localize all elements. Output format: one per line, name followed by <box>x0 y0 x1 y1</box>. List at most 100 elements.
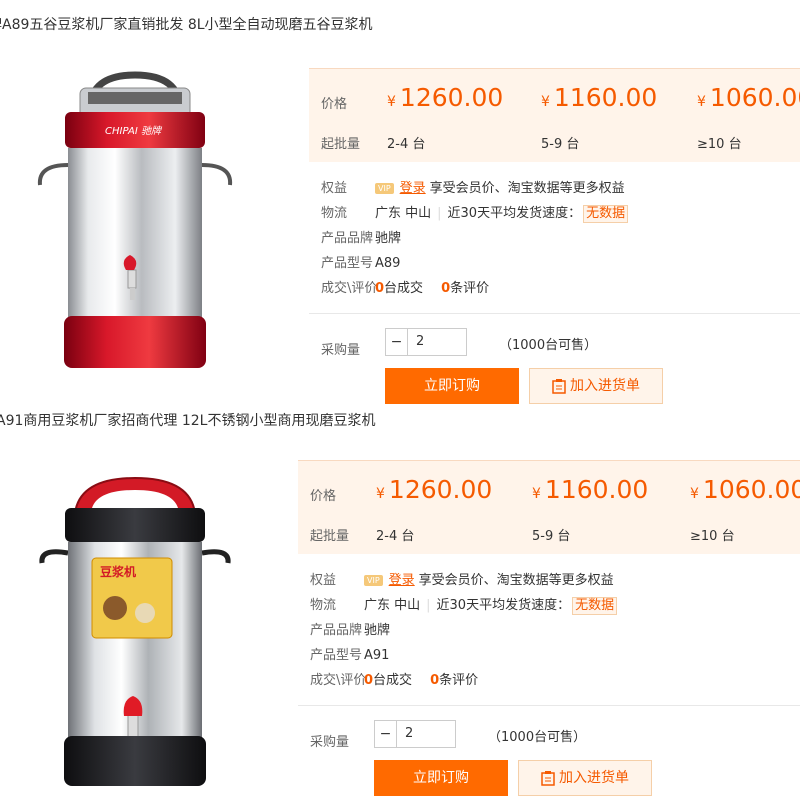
order-now-button[interactable]: 立即订购 <box>385 368 519 404</box>
benefit-text: 享受会员价、淘宝数据等更多权益 <box>429 181 625 196</box>
brand-value: 驰牌 <box>375 231 402 246</box>
tier-qty: 5-9 台 <box>532 529 571 544</box>
clipboard-icon <box>541 771 555 786</box>
tier-qty: ≥10 台 <box>697 137 742 152</box>
benefit-row: 权益 VIP 登录 享受会员价、淘宝数据等更多权益 <box>309 176 800 201</box>
price-box: 价格 起批量 ¥1260.00 2-4 台 ¥1160.00 5-9 台 ¥10… <box>298 460 800 554</box>
logistics-row: 物流 广东 中山 | 近30天平均发货速度： 无数据 <box>298 593 800 618</box>
model-value: A89 <box>375 256 401 271</box>
batch-label: 起批量 <box>310 529 350 544</box>
price-box: 价格 起批量 ¥1260.00 2-4 台 ¥1160.00 5-9 台 ¥10… <box>309 68 800 162</box>
product-image[interactable]: CHIPAI 驰牌 <box>30 70 240 380</box>
benefit-text: 享受会员价、淘宝数据等更多权益 <box>418 573 614 588</box>
quantity-input[interactable]: 2 <box>408 329 424 355</box>
purchase-row: 采购量 − 2 （1000台可售） <box>309 328 800 368</box>
minus-button[interactable]: − <box>375 721 397 747</box>
product-title[interactable]: 牌A89五谷豆浆机厂家直销批发 8L小型全自动现磨五谷豆浆机 <box>0 14 373 34</box>
brand-value: 驰牌 <box>364 623 391 638</box>
reviews-text[interactable]: 条评价 <box>439 668 478 693</box>
price-label: 价格 <box>310 489 337 504</box>
action-buttons: 立即订购 加入进货单 <box>298 760 800 800</box>
add-to-cart-button[interactable]: 加入进货单 <box>518 760 652 796</box>
tier-price: ¥1160.00 <box>541 83 658 112</box>
tier-price: ¥1160.00 <box>532 475 649 504</box>
tier-price: ¥1060.00 <box>697 83 800 112</box>
divider: | <box>426 598 431 613</box>
brand-logo-text: CHIPAI 驰牌 <box>105 125 163 137</box>
product-info: 权益 VIP 登录 享受会员价、淘宝数据等更多权益 物流 广东 中山 | 近30… <box>309 176 800 301</box>
location: 广东 中山 <box>375 206 432 221</box>
purchase-label: 采购量 <box>321 343 361 358</box>
add-to-cart-label: 加入进货单 <box>559 770 629 786</box>
tier-qty: ≥10 台 <box>690 529 735 544</box>
brand-row: 产品品牌 驰牌 <box>309 226 800 251</box>
location: 广东 中山 <box>364 598 421 613</box>
reviews-count: 0 <box>441 281 451 296</box>
no-data-badge: 无数据 <box>572 596 618 615</box>
deals-label: 成交\评价 <box>310 673 367 688</box>
clipboard-icon <box>552 379 566 394</box>
sticker-text: 豆浆机 <box>100 564 136 579</box>
model-value: A91 <box>364 648 390 663</box>
deals-label: 成交\评价 <box>321 281 378 296</box>
deals-text[interactable]: 台成交 <box>384 276 423 301</box>
model-row: 产品型号 A89 <box>309 251 800 276</box>
deals-count: 0 <box>375 281 385 296</box>
logistics-label: 物流 <box>321 206 348 221</box>
model-label: 产品型号 <box>321 256 374 271</box>
logistics-row: 物流 广东 中山 | 近30天平均发货速度： 无数据 <box>309 201 800 226</box>
deals-text[interactable]: 台成交 <box>373 668 412 693</box>
tier-qty: 5-9 台 <box>541 137 580 152</box>
quantity-input[interactable]: 2 <box>397 721 413 747</box>
vip-badge: VIP <box>375 183 394 194</box>
currency-symbol: ¥ <box>541 94 550 110</box>
ship-speed-label: 近30天平均发货速度： <box>436 598 571 613</box>
deals-count: 0 <box>364 673 374 688</box>
logistics-label: 物流 <box>310 598 337 613</box>
product-listing-a89: 牌A89五谷豆浆机厂家直销批发 8L小型全自动现磨五谷豆浆机 CHIPAI 驰牌… <box>0 0 800 408</box>
product-image[interactable]: 豆浆机 <box>30 468 240 798</box>
section-divider <box>298 705 800 706</box>
benefit-row: 权益 VIP 登录 享受会员价、淘宝数据等更多权益 <box>298 568 800 593</box>
order-now-button[interactable]: 立即订购 <box>374 760 508 796</box>
batch-label: 起批量 <box>321 137 361 152</box>
add-to-cart-label: 加入进货单 <box>570 378 640 394</box>
product-info: 权益 VIP 登录 享受会员价、淘宝数据等更多权益 物流 广东 中山 | 近30… <box>298 568 800 693</box>
product-listing-a91: A91商用豆浆机厂家招商代理 12L不锈钢小型商用现磨豆浆机 豆浆机 价格 起批… <box>0 408 800 800</box>
brand-label: 产品品牌 <box>321 231 374 246</box>
currency-symbol: ¥ <box>387 94 396 110</box>
reviews-count: 0 <box>430 673 440 688</box>
login-link[interactable]: 登录 <box>400 176 426 201</box>
model-row: 产品型号 A91 <box>298 643 800 668</box>
brand-label: 产品品牌 <box>310 623 363 638</box>
currency-symbol: ¥ <box>376 486 385 502</box>
tier-qty: 2-4 台 <box>376 529 415 544</box>
tier-price: ¥1060.00 <box>690 475 800 504</box>
add-to-cart-button[interactable]: 加入进货单 <box>529 368 663 404</box>
purchase-panel: 价格 起批量 ¥1260.00 2-4 台 ¥1160.00 5-9 台 ¥10… <box>309 68 800 408</box>
tier-price: ¥1260.00 <box>376 475 493 504</box>
model-label: 产品型号 <box>310 648 363 663</box>
reviews-text[interactable]: 条评价 <box>450 276 489 301</box>
deals-row: 成交\评价 0 台成交 0 条评价 <box>309 276 800 301</box>
minus-button[interactable]: − <box>386 329 408 355</box>
quantity-stepper[interactable]: − 2 <box>374 720 456 748</box>
login-link[interactable]: 登录 <box>389 568 415 593</box>
deals-row: 成交\评价 0 台成交 0 条评价 <box>298 668 800 693</box>
currency-symbol: ¥ <box>532 486 541 502</box>
tier-price: ¥1260.00 <box>387 83 504 112</box>
quantity-stepper[interactable]: − 2 <box>385 328 467 356</box>
available-stock: （1000台可售） <box>488 730 587 745</box>
currency-symbol: ¥ <box>690 486 699 502</box>
purchase-label: 采购量 <box>310 735 350 750</box>
purchase-row: 采购量 − 2 （1000台可售） <box>298 720 800 760</box>
divider: | <box>437 206 442 221</box>
tier-qty: 2-4 台 <box>387 137 426 152</box>
product-title[interactable]: A91商用豆浆机厂家招商代理 12L不锈钢小型商用现磨豆浆机 <box>0 410 375 430</box>
available-stock: （1000台可售） <box>499 338 598 353</box>
currency-symbol: ¥ <box>697 94 706 110</box>
ship-speed-label: 近30天平均发货速度： <box>447 206 582 221</box>
purchase-panel: 价格 起批量 ¥1260.00 2-4 台 ¥1160.00 5-9 台 ¥10… <box>298 460 800 800</box>
brand-row: 产品品牌 驰牌 <box>298 618 800 643</box>
no-data-badge: 无数据 <box>583 204 629 223</box>
